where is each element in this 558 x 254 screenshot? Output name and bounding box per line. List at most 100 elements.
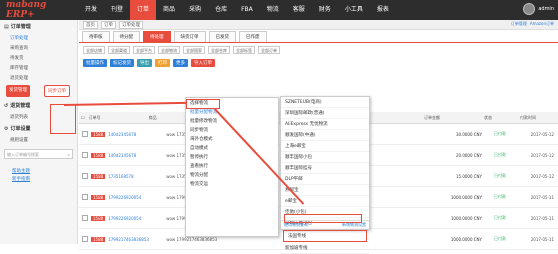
filter-select[interactable]: 全部平台	[133, 46, 155, 54]
more-button[interactable]: 更多	[173, 59, 188, 67]
logistics-dropdown: 选择物流 批量分配物流 批量修改物流 同步物流 海外仓模式 自动模式 暂停执行 查看执行 物流分…	[185, 97, 279, 237]
sidebar-group-orders[interactable]: ▤ 订单管理	[0, 20, 77, 33]
batch-action-button[interactable]: 批量操作	[83, 59, 107, 67]
order-number[interactable]: 1799226920054	[108, 216, 166, 221]
filter-select[interactable]: 全部国家	[183, 46, 205, 54]
filter-select[interactable]: 全部物流	[158, 46, 180, 54]
mark-shipped-button[interactable]: 标记发货	[110, 59, 134, 67]
order-amount: 15.0000 CNY	[455, 173, 482, 179]
quick-link[interactable]: Amazon订单	[530, 21, 554, 27]
logistics-option[interactable]: 上海e邮宝	[281, 141, 369, 152]
order-tab[interactable]: 已作废	[239, 31, 267, 42]
order-date: 2017-05-11	[530, 194, 554, 200]
row-checkbox[interactable]	[82, 236, 88, 242]
logistics-submenu: SZNETEUB(电商) 深圳国际邮政(普通) AliExpress 无忧物流 顺发国…	[280, 96, 370, 254]
nav-item[interactable]: 物流	[260, 0, 286, 20]
sync-orders-button[interactable]: 同步订单	[44, 85, 70, 97]
order-tab[interactable]: 待处理	[143, 31, 171, 42]
return-icon: ↺	[4, 102, 9, 109]
dropdown-item[interactable]: 自动模式	[186, 143, 278, 152]
nav-item[interactable]: 订单	[130, 0, 157, 20]
order-number[interactable]: 140d2345678	[108, 153, 166, 158]
order-status: 已付款	[494, 152, 506, 157]
filter-select[interactable]: 全部仓库	[208, 46, 230, 54]
nav-item[interactable]: 财务	[312, 0, 338, 20]
help-link[interactable]: 帮助主题	[0, 167, 77, 175]
row-checkbox[interactable]	[82, 131, 88, 137]
search-icon[interactable]: ⌕	[68, 152, 70, 157]
logistics-option[interactable]: 新加坡专线	[281, 243, 369, 254]
sidebar-item[interactable]: 规则设置	[0, 135, 77, 145]
user-name[interactable]: admin	[538, 6, 554, 12]
order-number[interactable]: 1799217463836853	[108, 237, 166, 242]
order-date: 2017-05-12	[530, 131, 554, 137]
nav-item[interactable]: 仓库	[208, 0, 234, 20]
nav-item[interactable]: 采购	[182, 0, 208, 20]
order-tab[interactable]: 缺货订单	[173, 31, 206, 42]
nav-item[interactable]: 客服	[286, 0, 312, 20]
sidebar-item[interactable]: 待发货	[0, 53, 77, 63]
order-amount: 20.0000 CNY	[455, 152, 482, 158]
dropdown-item[interactable]: 物流交运	[186, 179, 278, 188]
row-checkbox[interactable]	[82, 173, 88, 179]
order-search-input[interactable]: 输入订单编号搜索 ⌕	[4, 149, 73, 159]
logistics-option[interactable]: e邮宝	[281, 196, 369, 207]
sidebar-item[interactable]: 订单处理	[0, 33, 77, 43]
print-button[interactable]: 打印	[155, 59, 170, 67]
logistics-option[interactable]: 顺发国际(中通)	[281, 130, 369, 141]
order-number[interactable]: 140d2345678	[108, 132, 166, 137]
nav-item[interactable]: 小工具	[338, 0, 370, 20]
nav-item[interactable]: 商品	[156, 0, 182, 20]
user-area: admin	[523, 3, 554, 15]
brand-logo: mabang ERP+	[6, 0, 47, 20]
nav-item[interactable]: 开发	[78, 0, 104, 20]
filter-select[interactable]: 全部订单	[258, 46, 280, 54]
order-number[interactable]: 1735168578	[108, 174, 166, 179]
sidebar-item[interactable]: 退货处理	[0, 73, 77, 83]
logistics-option[interactable]: DLP平邮	[281, 174, 369, 185]
logistics-option[interactable]: AliExpress 无忧物流	[281, 119, 369, 130]
row-checkbox[interactable]	[82, 194, 88, 200]
order-badge: 1588	[91, 236, 106, 242]
table-header-cell: 状态	[484, 114, 492, 120]
logistics-option[interactable]: 顺丰国际小包	[281, 152, 369, 163]
ship-manage-button[interactable]: 发货管理	[6, 85, 30, 97]
logistics-option[interactable]: 深圳国际邮政(普通)	[281, 108, 369, 119]
filter-select[interactable]: 全部渠道	[108, 46, 130, 54]
order-tab[interactable]: 待分配	[112, 31, 140, 42]
order-tab[interactable]: 待审核	[82, 31, 110, 42]
dropdown-item[interactable]: 批量修改物流	[186, 116, 278, 125]
import-orders-button[interactable]: 导入订单	[191, 59, 215, 67]
logistics-option[interactable]: 顺丰国际挂号	[281, 163, 369, 174]
logistics-option[interactable]: SZNETEUB(电商)	[281, 97, 369, 108]
select-all-checkbox[interactable]: ☐	[79, 115, 87, 120]
sidebar-item[interactable]: 采购查询	[0, 43, 77, 53]
row-checkbox[interactable]	[82, 215, 88, 221]
nav-item[interactable]: FBA	[234, 0, 260, 20]
dropdown-item[interactable]: 海外仓模式	[186, 134, 278, 143]
order-date: 2017-05-11	[530, 215, 554, 221]
order-number[interactable]: 1799226920054	[108, 195, 166, 200]
order-status: 已付款	[494, 215, 506, 220]
action-bar: 批量操作 标记发货 导出 打印 更多 导入订单	[79, 57, 558, 69]
dropdown-item[interactable]: 物流分配	[186, 170, 278, 179]
filter-select[interactable]: 全部标签	[233, 46, 255, 54]
breadcrumb-item[interactable]: 订单	[101, 20, 116, 29]
sidebar-item[interactable]: 库存管理	[0, 63, 77, 73]
nav-item[interactable]: 报表	[370, 0, 396, 20]
logistics-option[interactable]: 法国专线	[283, 230, 367, 242]
export-button[interactable]: 导出	[137, 59, 152, 67]
row-checkbox[interactable]	[82, 152, 88, 158]
filter-select[interactable]: 全部店铺	[83, 46, 105, 54]
quick-link[interactable]: 订单管理	[511, 21, 527, 27]
help-link[interactable]: 新手指南	[0, 175, 77, 183]
order-amount: 30.0000 CNY	[455, 131, 482, 137]
nav-item[interactable]: 刊登	[104, 0, 130, 20]
order-badge: 1588	[91, 152, 106, 158]
avatar[interactable]	[523, 3, 536, 15]
breadcrumb-item[interactable]: 首页	[83, 20, 98, 29]
order-date: 2017-05-12	[530, 173, 554, 179]
order-tab[interactable]: 已发货	[208, 31, 236, 42]
order-status: 已付款	[494, 131, 506, 136]
breadcrumb-item[interactable]: 订单处理	[119, 20, 143, 29]
